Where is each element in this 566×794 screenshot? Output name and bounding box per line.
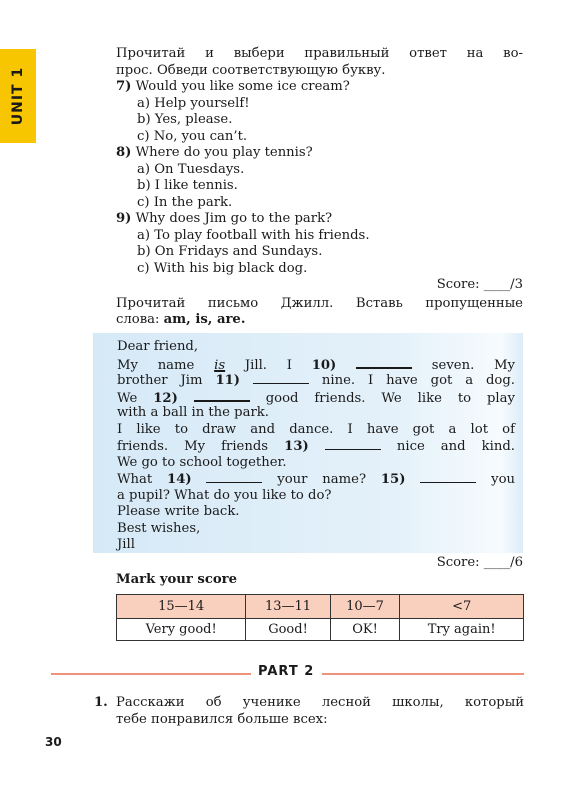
letter-line: a pupil? What do you like to do? (117, 487, 332, 503)
letter-line: My name is Jill. I 10) seven. My (117, 356, 515, 373)
option[interactable]: a) To play football with his friends. (116, 228, 523, 245)
blank-11[interactable] (252, 372, 309, 384)
blank-12[interactable] (193, 389, 250, 402)
option[interactable]: b) Yes, please. (116, 112, 523, 129)
part-divider: PART 2 (51, 664, 524, 682)
letter-line: I like to draw and dance. I have got a l… (117, 421, 515, 437)
blank-10[interactable] (356, 356, 413, 369)
instruction-line: Прочитай и выбери правильный ответ на во… (116, 46, 523, 61)
score-3: Score: ____/3 (436, 277, 523, 292)
range-cell: 13—11 (245, 594, 331, 619)
label-cell: Very good! (115, 618, 247, 641)
range-cell: 10—7 (329, 594, 401, 619)
letter-box: Dear friend, My name is Jill. I 10) seve… (93, 333, 523, 553)
instruction-line: прос. Обведи соответствующую букву. (116, 62, 386, 78)
task-choose-answer: Прочитай и выбери правильный ответ на во… (116, 46, 523, 329)
label-cell: OK! (329, 618, 401, 641)
option[interactable]: c) No, you can’t. (116, 129, 523, 146)
letter-line: Dear friend, (117, 339, 199, 354)
letter-line: friends. My friends 13) nice and kind. (117, 438, 515, 454)
divider-line (322, 673, 524, 675)
unit-tab: UNIT 1 (0, 49, 36, 143)
label-cell: Good! (245, 618, 331, 641)
option[interactable]: c) With his big black dog. (116, 261, 523, 278)
letter-line: We 12) good friends. We like to play (117, 389, 515, 406)
range-cell: <7 (399, 594, 524, 619)
letter-line: We go to school together. (117, 454, 287, 470)
blank-15[interactable] (420, 471, 477, 483)
option[interactable]: a) On Tuesdays. (116, 162, 523, 179)
letter-line: Jill (117, 537, 135, 552)
blank-14[interactable] (206, 471, 263, 483)
option[interactable]: b) On Fridays and Sundays. (116, 244, 523, 261)
letter-line: with a ball in the park. (117, 405, 269, 420)
score-6: Score: ____/6 (436, 555, 523, 570)
letter-line: What 14) your name? 15) you (117, 471, 516, 487)
range-cell: 15—14 (115, 594, 247, 619)
divider-line (51, 673, 251, 675)
label-cell: Try again! (399, 618, 524, 641)
letter-line: brother Jim 11) nine. I have got a dog. (117, 372, 515, 388)
option[interactable]: a) Help yourself! (116, 96, 523, 113)
mark-title: Mark your score (116, 571, 237, 587)
unit-label: UNIT 1 (10, 66, 26, 126)
task-part2-1: 1. Расскажи об ученике лесной школы, кот… (94, 694, 524, 727)
instruction-line: слова: am, is, are. (116, 312, 246, 327)
option[interactable]: c) In the park. (116, 195, 523, 212)
question-7: 7) Would you like some ice cream? (116, 79, 350, 94)
letter-line: Best wishes, (117, 520, 201, 536)
score-section: Score: ____/6 Mark your score (116, 555, 523, 588)
blank-13[interactable] (324, 438, 381, 450)
part-title: PART 2 (258, 664, 315, 679)
task-number: 1. (94, 695, 108, 710)
score-table: 15—14 13—11 10—7 <7 Very good! Good! OK!… (115, 594, 524, 641)
instruction-line: Прочитай письмо Джилл. Вставь пропущенны… (116, 295, 523, 311)
task-line: тебе понравился больше всех: (116, 711, 328, 727)
option[interactable]: b) I like tennis. (116, 178, 523, 195)
question-9: 9) Why does Jim go to the park? (116, 211, 333, 226)
page-number: 30 (45, 735, 62, 749)
letter-line: Please write back. (117, 504, 240, 519)
task-line: Расскажи об ученике лесной школы, которы… (116, 695, 524, 710)
question-8: 8) Where do you play tennis? (116, 145, 313, 160)
